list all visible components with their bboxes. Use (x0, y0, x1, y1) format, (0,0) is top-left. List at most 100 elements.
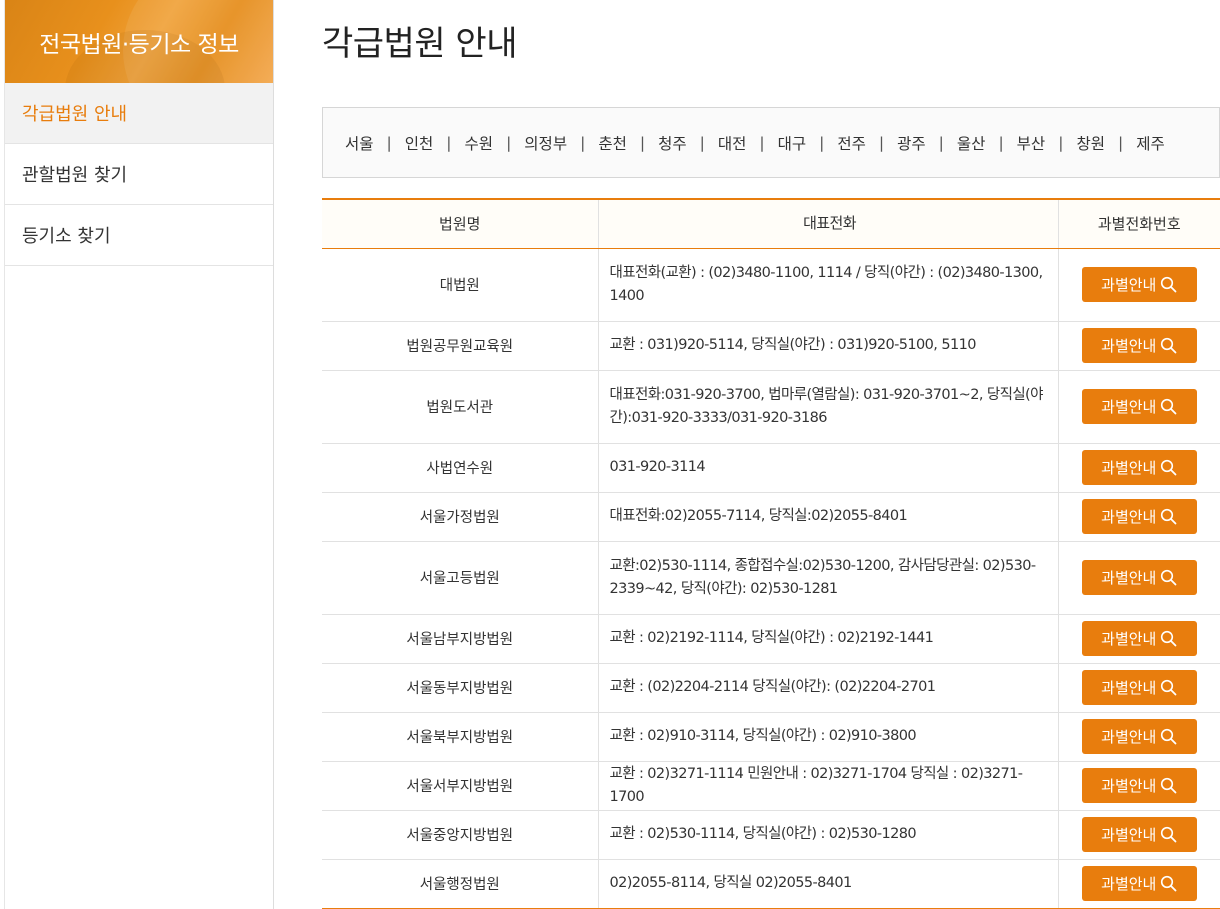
search-icon (1160, 398, 1177, 415)
dept-info-button[interactable]: 과별안내 (1081, 719, 1197, 754)
court-name: 서울북부지방법원 (322, 712, 599, 762)
sidebar: 전국법원·등기소 정보 각급법원 안내 관할법원 찾기 등기소 찾기 (4, 0, 274, 909)
table-row: 법원공무원교육원 교환 : 031)920-5114, 당직실(야간) : 031… (322, 321, 1220, 371)
region-link[interactable]: 청주 (658, 132, 687, 154)
court-phone: 02)2055-8114, 당직실 02)2055-8401 (598, 859, 1059, 909)
dept-cell: 과별안내 (1058, 321, 1220, 371)
region-link[interactable]: 춘천 (598, 132, 627, 154)
dept-info-label: 과별안내 (1101, 276, 1157, 294)
sidebar-item[interactable]: 관할법원 찾기 (5, 144, 273, 205)
dept-info-button[interactable]: 과별안내 (1081, 328, 1197, 363)
court-phone: 교환 : 031)920-5114, 당직실(야간) : 031)920-510… (598, 321, 1059, 371)
dept-info-button[interactable]: 과별안내 (1081, 670, 1197, 705)
sidebar-item[interactable]: 각급법원 안내 (5, 83, 273, 144)
court-phone: 031-920-3114 (598, 443, 1059, 493)
court-name: 법원공무원교육원 (322, 321, 599, 371)
court-phone: 교환 : 02)530-1114, 당직실(야간) : 02)530-1280 (598, 810, 1059, 860)
court-name: 서울가정법원 (322, 492, 599, 542)
region-separator: | (386, 133, 392, 152)
region-link[interactable]: 서울 (345, 132, 374, 154)
dept-info-button[interactable]: 과별안내 (1081, 450, 1197, 485)
region-link[interactable]: 대전 (718, 132, 747, 154)
court-name: 대법원 (322, 248, 599, 322)
sidebar-item[interactable]: 등기소 찾기 (5, 205, 273, 266)
court-phone: 교환 : 02)2192-1114, 당직실(야간) : 02)2192-144… (598, 614, 1059, 664)
table-row: 서울가정법원 대표전화:02)2055-7114, 당직실:02)2055-840… (322, 492, 1220, 542)
search-icon (1160, 826, 1177, 843)
court-phone: 대표전화(교환) : (02)3480-1100, 1114 / 당직(야간) … (598, 248, 1059, 322)
dept-cell: 과별안내 (1058, 614, 1220, 664)
table-row: 서울동부지방법원 교환 : (02)2204-2114 당직실(야간): (02)… (322, 663, 1220, 713)
dept-info-label: 과별안내 (1101, 728, 1157, 746)
region-separator: | (759, 133, 765, 152)
table-row: 서울중앙지방법원 교환 : 02)530-1114, 당직실(야간) : 02)5… (322, 810, 1220, 860)
dept-info-label: 과별안내 (1101, 337, 1157, 355)
table-row: 사법연수원 031-920-3114 과별안내 (322, 443, 1220, 493)
region-link[interactable]: 창원 (1076, 132, 1105, 154)
dept-info-button[interactable]: 과별안내 (1081, 768, 1197, 803)
search-icon (1160, 679, 1177, 696)
region-link[interactable]: 광주 (897, 132, 926, 154)
region-link[interactable]: 수원 (465, 132, 494, 154)
region-separator: | (639, 133, 646, 152)
dept-info-button[interactable]: 과별안내 (1081, 267, 1197, 302)
court-name: 서울고등법원 (322, 541, 599, 615)
search-icon (1160, 276, 1177, 293)
dept-info-button[interactable]: 과별안내 (1081, 621, 1197, 656)
search-icon (1160, 728, 1177, 745)
table-header-row: 법원명 대표전화 과별전화번호 (322, 199, 1220, 249)
table-row: 서울고등법원 교환:02)530-1114, 종합접수실:02)530-1200,… (322, 541, 1220, 615)
region-separator: | (580, 133, 586, 152)
dept-cell: 과별안내 (1058, 712, 1220, 762)
header-phone: 대표전화 (598, 199, 1059, 249)
dept-info-label: 과별안내 (1101, 679, 1157, 697)
court-phone: 교환 : 02)3271-1114 민원안내 : 02)3271-1704 당직… (598, 761, 1059, 811)
region-separator: | (1058, 133, 1064, 152)
dept-info-label: 과별안내 (1101, 398, 1157, 416)
region-separator: | (819, 133, 825, 152)
search-icon (1160, 630, 1177, 647)
region-separator: | (1117, 133, 1124, 152)
search-icon (1160, 569, 1177, 586)
dept-cell: 과별안내 (1058, 248, 1220, 322)
court-name: 사법연수원 (322, 443, 599, 493)
dept-cell: 과별안내 (1058, 761, 1220, 811)
table-row: 서울북부지방법원 교환 : 02)910-3114, 당직실(야간) : 02)9… (322, 712, 1220, 762)
region-link[interactable]: 제주 (1136, 132, 1165, 154)
region-link[interactable]: 대구 (778, 132, 807, 154)
court-phone: 대표전화:031-920-3700, 법마루(열람실): 031-920-370… (598, 370, 1059, 444)
header-dept-phone: 과별전화번호 (1058, 199, 1220, 249)
dept-info-label: 과별안내 (1101, 459, 1157, 477)
region-separator: | (446, 133, 452, 152)
region-link[interactable]: 울산 (957, 132, 986, 154)
region-separator: | (998, 133, 1004, 152)
dept-info-button[interactable]: 과별안내 (1081, 389, 1197, 424)
region-link[interactable]: 전주 (837, 132, 866, 154)
sidebar-title-text: 전국법원·등기소 정보 (39, 31, 239, 58)
dept-info-label: 과별안내 (1101, 875, 1157, 893)
region-separator: | (938, 133, 944, 152)
dept-info-button[interactable]: 과별안내 (1081, 560, 1197, 595)
region-separator: | (506, 133, 512, 152)
dept-cell: 과별안내 (1058, 859, 1220, 909)
table-row: 서울서부지방법원 교환 : 02)3271-1114 민원안내 : 02)3271… (322, 761, 1220, 811)
region-link[interactable]: 인천 (405, 132, 434, 154)
court-name: 법원도서관 (322, 370, 599, 444)
dept-info-button[interactable]: 과별안내 (1081, 817, 1197, 852)
dept-info-button[interactable]: 과별안내 (1081, 499, 1197, 534)
dept-info-label: 과별안내 (1101, 630, 1157, 648)
court-phone: 교환 : 02)910-3114, 당직실(야간) : 02)910-3800 (598, 712, 1059, 762)
dept-info-button[interactable]: 과별안내 (1081, 866, 1197, 901)
region-link[interactable]: 의정부 (524, 132, 567, 154)
dept-cell: 과별안내 (1058, 492, 1220, 542)
region-link[interactable]: 부산 (1017, 132, 1046, 154)
region-separator: | (878, 133, 885, 152)
table-row: 서울행정법원 02)2055-8114, 당직실 02)2055-8401 과별안내 (322, 859, 1220, 909)
header-court-name: 법원명 (322, 199, 599, 249)
search-icon (1160, 875, 1177, 892)
court-name: 서울행정법원 (322, 859, 599, 909)
court-name: 서울중앙지방법원 (322, 810, 599, 860)
court-name: 서울서부지방법원 (322, 761, 599, 811)
dept-info-label: 과별안내 (1101, 569, 1157, 587)
region-separator: | (699, 133, 705, 152)
